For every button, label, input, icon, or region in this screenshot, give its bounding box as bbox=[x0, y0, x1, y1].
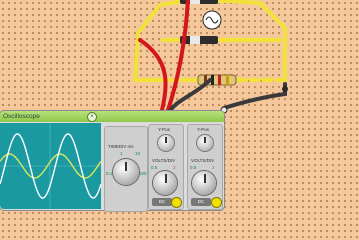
voltsdiv-knob-a[interactable] bbox=[153, 171, 177, 195]
voltsdiv-scale: 0.5 bbox=[151, 165, 158, 170]
voltsdiv-label: VOLTS/DIV bbox=[152, 158, 176, 163]
yellow-wire[interactable] bbox=[136, 0, 185, 35]
black-probe-wire[interactable] bbox=[222, 82, 287, 110]
ypos-knob-b[interactable] bbox=[197, 135, 213, 151]
dc-button-b[interactable]: DC bbox=[191, 198, 211, 206]
timebase-label: TIMEDIV ms bbox=[108, 144, 134, 149]
voltsdiv-scale: 2 bbox=[212, 165, 215, 170]
oscilloscope-window[interactable]: Oscilloscope × TIMEDIV ms 1 0.1 100 10 Y… bbox=[0, 111, 224, 212]
probe-a-icon[interactable] bbox=[172, 198, 181, 207]
ypos-knob-a[interactable] bbox=[158, 135, 174, 151]
wire-terminal[interactable] bbox=[282, 86, 288, 92]
timebase-panel: TIMEDIV ms 1 0.1 100 10 bbox=[104, 126, 148, 212]
dc-button-a[interactable]: DC bbox=[152, 198, 172, 206]
timebase-knob[interactable] bbox=[113, 159, 139, 185]
ypos-label: Y-Pos bbox=[197, 127, 209, 132]
channel-a-panel: Y-Pos VOLTS/DIV 0.5 2 DC bbox=[148, 124, 184, 210]
oscilloscope-title-bar[interactable]: Oscilloscope × bbox=[0, 111, 224, 122]
timebase-scale: 10 bbox=[135, 151, 141, 156]
timebase-scale: 0.1 bbox=[106, 171, 113, 176]
waveform-display bbox=[0, 123, 102, 209]
voltsdiv-scale: 0.5 bbox=[190, 165, 197, 170]
voltsdiv-scale: 2 bbox=[173, 165, 176, 170]
oscilloscope-screen bbox=[0, 123, 102, 209]
channel-b-panel: Y-Pos VOLTS/DIV 0.5 2 DC bbox=[187, 124, 223, 210]
red-probe-wire[interactable] bbox=[138, 38, 168, 112]
window-title: Oscilloscope bbox=[3, 113, 40, 120]
probe-b-icon[interactable] bbox=[212, 198, 221, 207]
red-probe-wire[interactable] bbox=[166, 0, 190, 112]
timebase-scale: 1 bbox=[120, 151, 123, 156]
voltsdiv-label: VOLTS/DIV bbox=[191, 158, 215, 163]
close-icon[interactable]: × bbox=[87, 112, 97, 122]
ypos-label: Y-Pos bbox=[158, 127, 170, 132]
voltsdiv-knob-b[interactable] bbox=[192, 171, 216, 195]
timebase-scale: 100 bbox=[139, 171, 147, 176]
